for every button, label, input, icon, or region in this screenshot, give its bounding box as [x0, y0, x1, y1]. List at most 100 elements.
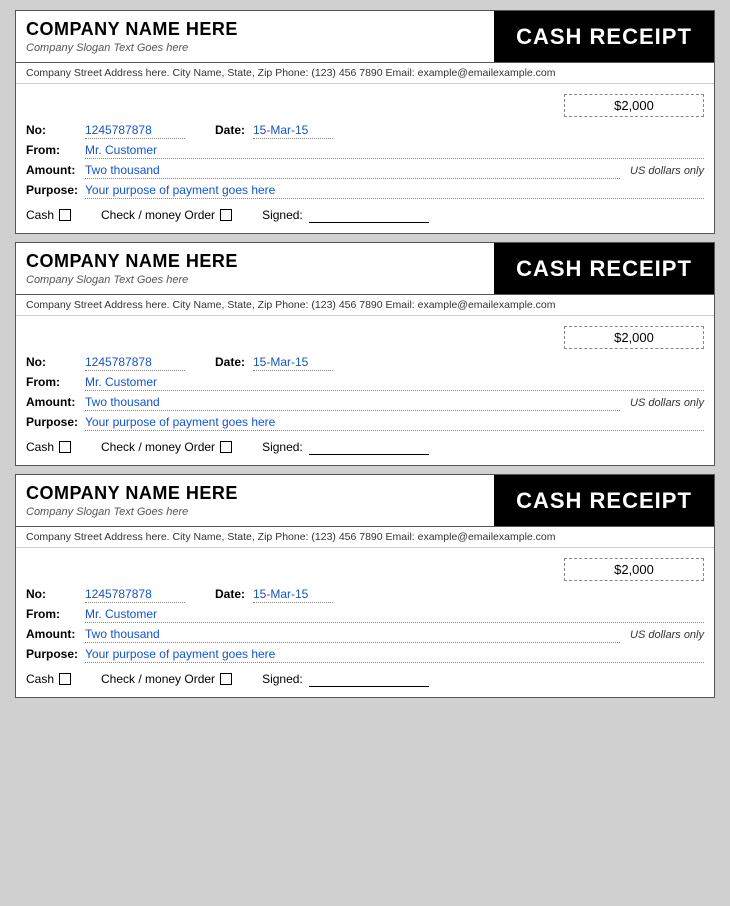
cash-receipt-box-2: CASH RECEIPT: [494, 243, 714, 294]
cash-option-1: Cash: [26, 208, 71, 222]
check-label-3: Check / money Order: [101, 672, 215, 686]
date-label-2: Date:: [215, 355, 253, 369]
signed-line-2: [309, 439, 429, 455]
amount-box-3: $2,000: [564, 558, 704, 581]
no-value-2: 1245787878: [85, 355, 185, 371]
payment-row-3: Cash Check / money Order Signed:: [26, 671, 704, 687]
amount-box-2: $2,000: [564, 326, 704, 349]
signed-label-3: Signed:: [262, 672, 303, 686]
check-checkbox-3[interactable]: [220, 673, 232, 685]
cash-receipt-title-1: CASH RECEIPT: [516, 24, 692, 50]
usd-label-1: US dollars only: [630, 165, 704, 177]
amount-info-row-2: Amount: Two thousand US dollars only: [26, 395, 704, 411]
address-bar-1: Company Street Address here. City Name, …: [16, 63, 714, 84]
amount-label-1: Amount:: [26, 163, 81, 177]
cash-receipt-box-3: CASH RECEIPT: [494, 475, 714, 526]
signed-section-1: Signed:: [262, 207, 429, 223]
receipt-3: COMPANY NAME HERE Company Slogan Text Go…: [15, 474, 715, 698]
amount-row-3: $2,000: [26, 558, 704, 581]
receipt-header-1: COMPANY NAME HERE Company Slogan Text Go…: [16, 11, 714, 63]
company-info-1: COMPANY NAME HERE Company Slogan Text Go…: [16, 11, 494, 62]
date-value-1: 15-Mar-15: [253, 123, 333, 139]
receipt-body-1: $2,000 No: 1245787878 Date: 15-Mar-15 Fr…: [16, 84, 714, 233]
check-option-2: Check / money Order: [101, 440, 232, 454]
date-section-3: Date: 15-Mar-15: [215, 587, 333, 603]
purpose-label-2: Purpose:: [26, 415, 81, 429]
date-section-2: Date: 15-Mar-15: [215, 355, 333, 371]
amount-label-3: Amount:: [26, 627, 81, 641]
purpose-label-1: Purpose:: [26, 183, 81, 197]
company-name-3: COMPANY NAME HERE: [26, 483, 484, 504]
cash-label-1: Cash: [26, 208, 54, 222]
cash-receipt-title-3: CASH RECEIPT: [516, 488, 692, 514]
receipt-header-3: COMPANY NAME HERE Company Slogan Text Go…: [16, 475, 714, 527]
purpose-row-3: Purpose: Your purpose of payment goes he…: [26, 647, 704, 663]
cash-option-3: Cash: [26, 672, 71, 686]
receipt-body-3: $2,000 No: 1245787878 Date: 15-Mar-15 Fr…: [16, 548, 714, 697]
from-row-1: From: Mr. Customer: [26, 143, 704, 159]
signed-section-3: Signed:: [262, 671, 429, 687]
usd-label-2: US dollars only: [630, 397, 704, 409]
cash-checkbox-3[interactable]: [59, 673, 71, 685]
no-label-1: No:: [26, 123, 81, 137]
receipt-1: COMPANY NAME HERE Company Slogan Text Go…: [15, 10, 715, 234]
no-label-3: No:: [26, 587, 81, 601]
signed-section-2: Signed:: [262, 439, 429, 455]
receipt-2: COMPANY NAME HERE Company Slogan Text Go…: [15, 242, 715, 466]
payment-row-1: Cash Check / money Order Signed:: [26, 207, 704, 223]
amount-info-row-3: Amount: Two thousand US dollars only: [26, 627, 704, 643]
signed-label-1: Signed:: [262, 208, 303, 222]
cash-receipt-title-2: CASH RECEIPT: [516, 256, 692, 282]
usd-label-3: US dollars only: [630, 629, 704, 641]
check-option-3: Check / money Order: [101, 672, 232, 686]
from-row-2: From: Mr. Customer: [26, 375, 704, 391]
purpose-label-3: Purpose:: [26, 647, 81, 661]
no-value-1: 1245787878: [85, 123, 185, 139]
cash-checkbox-1[interactable]: [59, 209, 71, 221]
from-label-1: From:: [26, 143, 81, 157]
check-checkbox-2[interactable]: [220, 441, 232, 453]
no-label-2: No:: [26, 355, 81, 369]
amount-label-2: Amount:: [26, 395, 81, 409]
from-label-2: From:: [26, 375, 81, 389]
receipt-header-2: COMPANY NAME HERE Company Slogan Text Go…: [16, 243, 714, 295]
check-checkbox-1[interactable]: [220, 209, 232, 221]
company-info-2: COMPANY NAME HERE Company Slogan Text Go…: [16, 243, 494, 294]
date-value-2: 15-Mar-15: [253, 355, 333, 371]
cash-receipt-box-1: CASH RECEIPT: [494, 11, 714, 62]
purpose-value-1: Your purpose of payment goes here: [85, 183, 704, 199]
payment-row-2: Cash Check / money Order Signed:: [26, 439, 704, 455]
amount-info-row-1: Amount: Two thousand US dollars only: [26, 163, 704, 179]
check-label-2: Check / money Order: [101, 440, 215, 454]
cash-label-2: Cash: [26, 440, 54, 454]
date-label-1: Date:: [215, 123, 253, 137]
purpose-value-2: Your purpose of payment goes here: [85, 415, 704, 431]
signed-line-1: [309, 207, 429, 223]
signed-line-3: [309, 671, 429, 687]
signed-label-2: Signed:: [262, 440, 303, 454]
company-slogan-1: Company Slogan Text Goes here: [26, 42, 484, 54]
amount-row-2: $2,000: [26, 326, 704, 349]
date-section-1: Date: 15-Mar-15: [215, 123, 333, 139]
date-label-3: Date:: [215, 587, 253, 601]
address-bar-2: Company Street Address here. City Name, …: [16, 295, 714, 316]
company-slogan-3: Company Slogan Text Goes here: [26, 506, 484, 518]
no-value-3: 1245787878: [85, 587, 185, 603]
company-name-2: COMPANY NAME HERE: [26, 251, 484, 272]
cash-option-2: Cash: [26, 440, 71, 454]
amount-text-2: Two thousand: [85, 395, 620, 411]
address-bar-3: Company Street Address here. City Name, …: [16, 527, 714, 548]
company-name-1: COMPANY NAME HERE: [26, 19, 484, 40]
company-slogan-2: Company Slogan Text Goes here: [26, 274, 484, 286]
amount-text-1: Two thousand: [85, 163, 620, 179]
cash-label-3: Cash: [26, 672, 54, 686]
purpose-row-1: Purpose: Your purpose of payment goes he…: [26, 183, 704, 199]
from-value-3: Mr. Customer: [85, 607, 704, 623]
from-label-3: From:: [26, 607, 81, 621]
cash-checkbox-2[interactable]: [59, 441, 71, 453]
purpose-value-3: Your purpose of payment goes here: [85, 647, 704, 663]
from-value-2: Mr. Customer: [85, 375, 704, 391]
date-value-3: 15-Mar-15: [253, 587, 333, 603]
from-row-3: From: Mr. Customer: [26, 607, 704, 623]
company-info-3: COMPANY NAME HERE Company Slogan Text Go…: [16, 475, 494, 526]
